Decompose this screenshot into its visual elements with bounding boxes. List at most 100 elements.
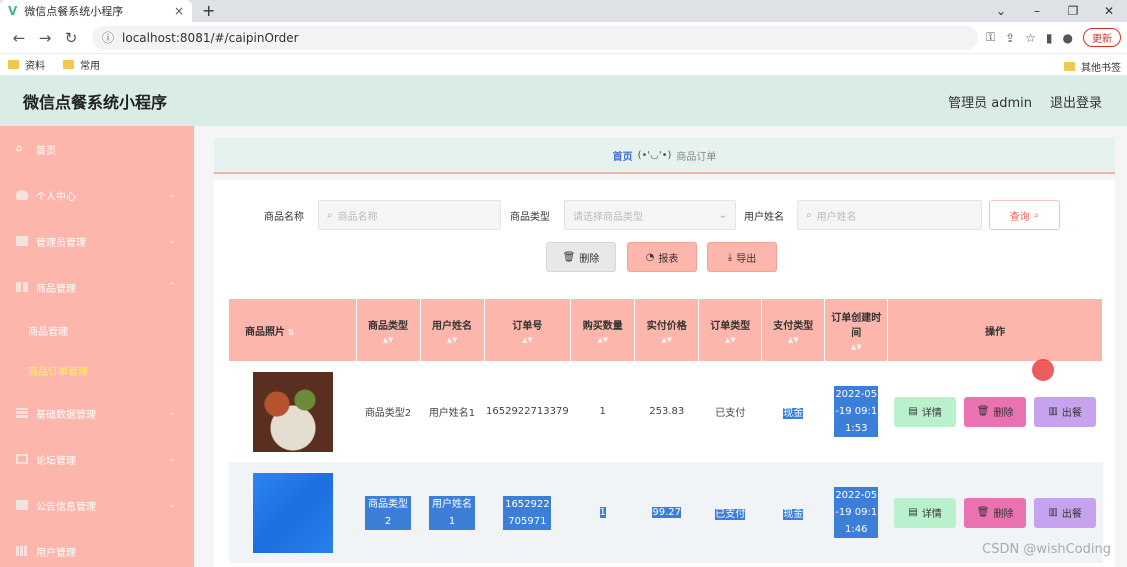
serve-button[interactable]: ▥ 出餐: [1034, 396, 1097, 427]
sidebar-item-notice[interactable]: 公告信息管理 ⌄: [0, 482, 194, 528]
bookmark-label: 资料: [25, 61, 45, 72]
tab-search-icon[interactable]: ⌄: [983, 0, 1019, 22]
col-type[interactable]: 商品类型 ▲▼: [356, 299, 421, 361]
serve-button[interactable]: ▥ 出餐: [1034, 497, 1097, 528]
chevron-up-icon: ⌃: [168, 282, 176, 292]
tab-close-icon[interactable]: ×: [174, 4, 184, 18]
star-icon[interactable]: ☆: [1025, 31, 1036, 45]
minimize-icon[interactable]: –: [1019, 0, 1055, 22]
logout-link[interactable]: 退出登录: [1050, 92, 1102, 111]
close-window-icon[interactable]: ✕: [1091, 0, 1127, 22]
search-icon: ⌕: [327, 209, 333, 221]
bookmark-folder[interactable]: 常用: [63, 57, 100, 72]
col-qty[interactable]: 购买数量 ▲▼: [570, 299, 636, 361]
delete-button[interactable]: 🗑 删除: [964, 497, 1027, 528]
col-photo[interactable]: 商品照片 ⇅: [229, 299, 357, 361]
col-price[interactable]: 实付价格 ▲▼: [634, 299, 700, 361]
qty-value: 1: [599, 507, 606, 518]
delete-button[interactable]: 🗑 删除: [964, 396, 1027, 427]
user-cell: 用户姓名1: [420, 462, 484, 563]
sidebar-subitem-goods-orders[interactable]: 商品订单管理: [0, 350, 194, 390]
detail-button[interactable]: ▤ 详情: [894, 396, 957, 427]
report-button[interactable]: ◔ 报表: [627, 242, 697, 272]
app-title: 微信点餐系统小程序: [23, 93, 168, 112]
pay-type-value: 现金: [783, 408, 804, 419]
sidebar-item-profile[interactable]: 个人中心 ⌄: [0, 172, 194, 218]
col-order-type[interactable]: 订单类型 ▲▼: [698, 299, 763, 361]
batch-delete-button[interactable]: 🗑 删除: [546, 242, 616, 272]
goods-name-input[interactable]: ⌕ 商品名称: [318, 200, 501, 230]
sidebar-item-admin[interactable]: 管理员管理 ⌄: [0, 218, 194, 264]
sort-icon: ▲▼: [724, 335, 736, 344]
maximize-icon[interactable]: ❐: [1055, 0, 1091, 22]
breadcrumb-home[interactable]: 首页: [613, 148, 633, 163]
report-label: 报表: [658, 253, 679, 265]
site-info-icon[interactable]: ⓘ: [102, 29, 114, 46]
forum-icon: [16, 454, 28, 464]
sidebar-item-forum[interactable]: 论坛管理 ⌄: [0, 436, 194, 482]
sort-icon: ▲▼: [787, 335, 799, 344]
user-name-input[interactable]: ⌕ 用户姓名: [797, 200, 982, 230]
book-icon: ▥: [1048, 406, 1058, 417]
mouse-click-indicator: [1032, 359, 1054, 381]
export-button[interactable]: ⤓ 导出: [707, 242, 777, 272]
profile-icon[interactable]: ●: [1063, 31, 1073, 45]
sidebar-item-base-data[interactable]: 基础数据管理 ⌄: [0, 390, 194, 436]
dish-photo[interactable]: [252, 472, 333, 553]
col-created[interactable]: 订单创建时间 ▲▼: [824, 299, 889, 361]
new-tab-icon[interactable]: +: [202, 1, 215, 20]
header-label: 用户姓名: [432, 320, 472, 332]
reload-icon[interactable]: ↻: [58, 29, 84, 47]
back-icon[interactable]: ←: [6, 29, 32, 47]
sidebar-item-home[interactable]: ⌂ 首页: [0, 126, 194, 172]
type-cell: 商品类型2: [356, 462, 420, 563]
sidebar-subitem-goods[interactable]: 商品管理: [0, 310, 194, 350]
watermark: CSDN @wishCoding: [982, 542, 1111, 557]
serve-label: 出餐: [1061, 408, 1082, 419]
header-label: 支付类型: [773, 320, 814, 332]
forward-icon[interactable]: →: [32, 29, 58, 47]
goods-type-select[interactable]: 请选择商品类型 ⌄: [564, 200, 736, 230]
detail-label: 详情: [921, 509, 942, 520]
update-button[interactable]: 更新: [1083, 28, 1121, 47]
order-no-cell: 1652922705971: [484, 462, 571, 563]
sidebar-item-users[interactable]: 用户管理: [0, 528, 194, 567]
price-value: 99.27: [652, 507, 682, 518]
query-button[interactable]: 查询 ⌕: [989, 200, 1060, 230]
book-icon: ▥: [1048, 507, 1058, 518]
delete-label: 删除: [993, 408, 1014, 419]
dish-photo[interactable]: [252, 371, 333, 452]
type-cell: 商品类型2: [356, 361, 420, 462]
sidebar-item-label: 个人中心: [36, 191, 76, 203]
col-order-no[interactable]: 订单号 ▲▼: [484, 299, 572, 361]
header-label: 订单创建时间: [831, 313, 882, 339]
trash-icon: 🗑: [976, 507, 990, 518]
placeholder-text: 请选择商品类型: [573, 211, 643, 223]
detail-button[interactable]: ▤ 详情: [894, 497, 957, 528]
col-pay-type[interactable]: 支付类型 ▲▼: [761, 299, 826, 361]
bookmark-folder[interactable]: 资料: [8, 57, 45, 72]
key-icon[interactable]: ⚿: [986, 30, 995, 45]
delete-label: 删除: [993, 509, 1014, 520]
export-label: 导出: [736, 253, 757, 265]
browser-tab[interactable]: V 微信点餐系统小程序 ×: [0, 0, 192, 22]
sidepanel-icon[interactable]: ▮: [1046, 31, 1053, 45]
share-icon[interactable]: ⇪: [1005, 31, 1015, 45]
header-label: 购买数量: [582, 320, 623, 332]
goods-type-label: 商品类型: [510, 212, 550, 223]
current-user: 管理员 admin: [948, 95, 1032, 111]
photo-cell: [229, 462, 356, 563]
sidebar-item-goods[interactable]: 商品管理 ⌃: [0, 264, 194, 310]
delete-label: 删除: [579, 253, 600, 265]
breadcrumb: 首页 (•'◡'•) 商品订单: [214, 138, 1115, 174]
user-name-label: 用户姓名: [744, 212, 784, 223]
sidebar: ⌂ 首页 个人中心 ⌄ 管理员管理 ⌄ 商品管理 ⌃ 商品管理 商品订单管理 基…: [0, 126, 194, 567]
url-field[interactable]: ⓘ localhost:8081/#/caipinOrder: [92, 25, 978, 50]
other-bookmarks[interactable]: 其他书签: [1064, 59, 1121, 74]
col-user[interactable]: 用户姓名 ▲▼: [420, 299, 485, 361]
sidebar-item-label: 论坛管理: [36, 455, 76, 467]
grid-icon: [16, 282, 28, 292]
users-icon: [16, 546, 28, 556]
browser-tab-bar: V 微信点餐系统小程序 × + ⌄ – ❐ ✕: [0, 0, 1127, 22]
chevron-down-icon: ⌄: [168, 190, 176, 200]
